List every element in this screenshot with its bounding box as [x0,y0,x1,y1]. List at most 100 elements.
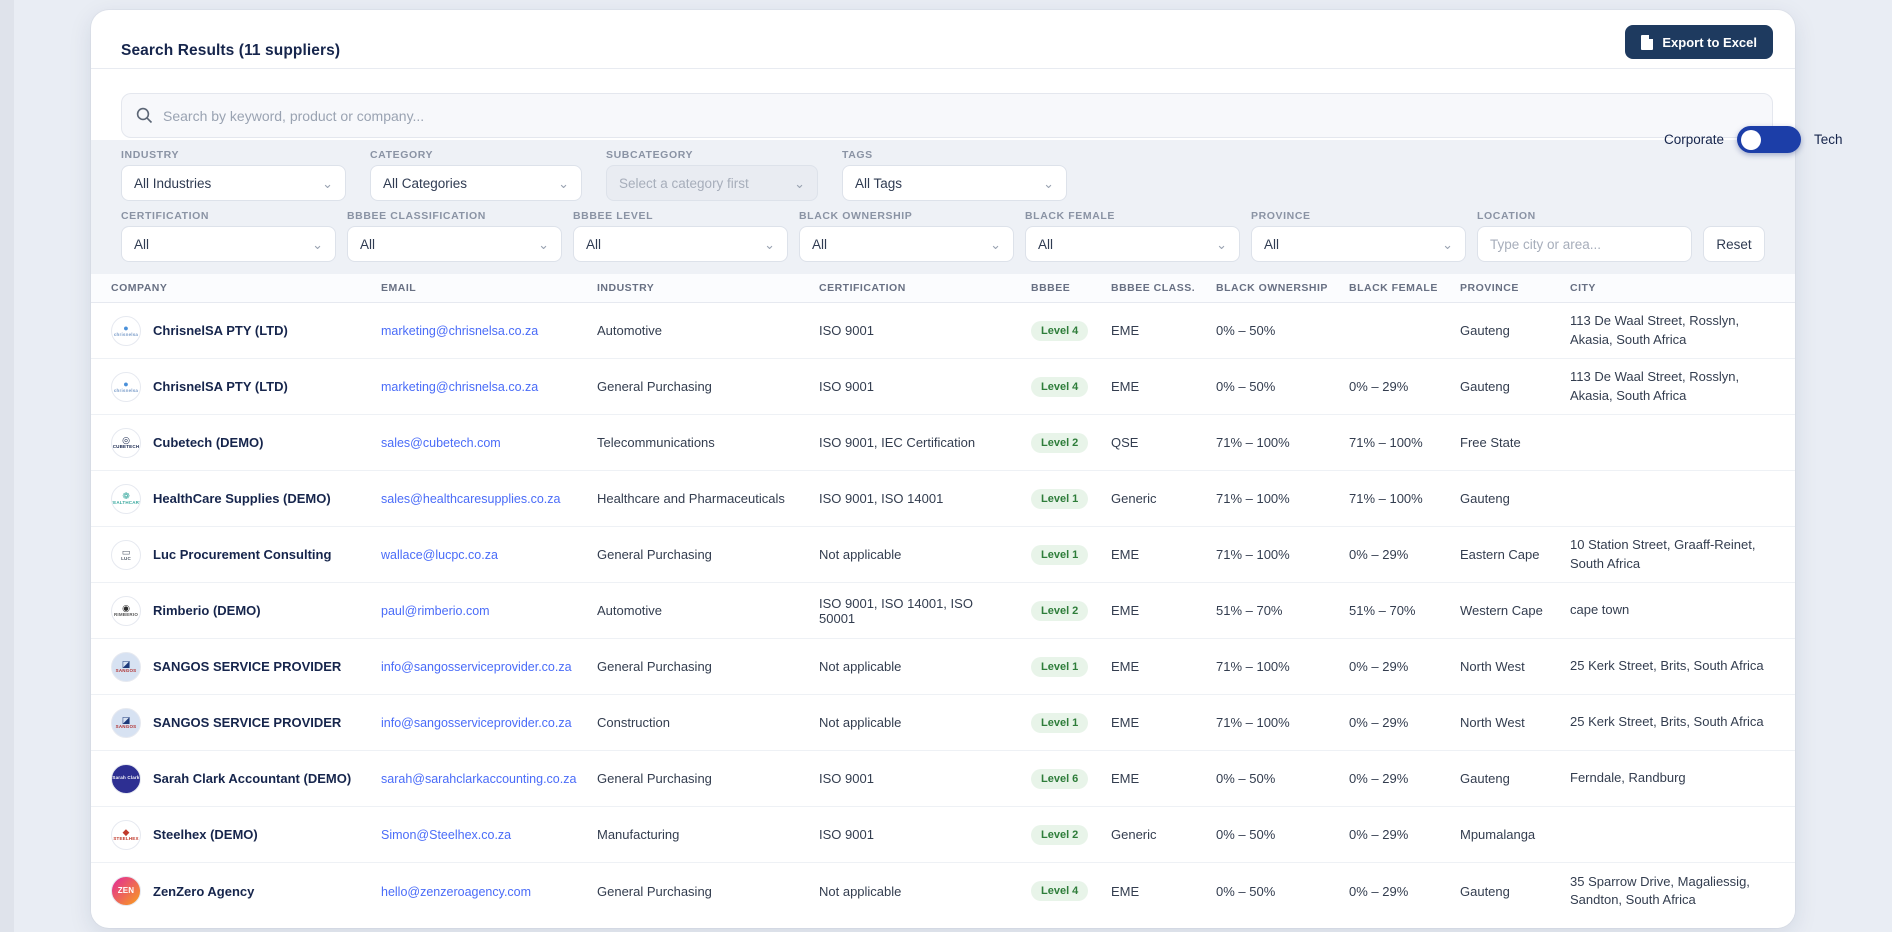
cell-company: ●chrisnelsaChrisnelSA PTY (LTD) [91,372,361,402]
cell-bbbee: Level 4 [1011,321,1091,341]
cell-certification: ISO 9001 [799,323,1011,338]
column-header: Black Female [1329,282,1440,294]
cell-industry: General Purchasing [577,884,799,899]
black-ownership-select[interactable]: All ⌄ [799,226,1014,262]
cell-certification: Not applicable [799,547,1011,562]
cell-company: ●chrisnelsaChrisnelSA PTY (LTD) [91,316,361,346]
email-link[interactable]: Simon@Steelhex.co.za [381,828,511,842]
company-name: ChrisnelSA PTY (LTD) [153,379,288,394]
table-row[interactable]: ●chrisnelsaChrisnelSA PTY (LTD) marketing… [91,359,1795,415]
email-link[interactable]: wallace@lucpc.co.za [381,548,498,562]
industry-select[interactable]: All Industries ⌄ [121,165,346,201]
cell-black-female: 71% – 100% [1329,491,1440,506]
cell-black-female: 71% – 100% [1329,435,1440,450]
category-select[interactable]: All Categories ⌄ [370,165,582,201]
logo-caption: HEALTHCARE [111,501,141,506]
table-row[interactable]: ◉RIMBERIORimberio (DEMO)paul@rimberio.co… [91,583,1795,639]
bbbee-level-badge: Level 6 [1031,769,1088,789]
cell-bbbee-class: EME [1091,603,1196,618]
industry-select-value: All Industries [134,176,211,191]
email-link[interactable]: sales@healthcaresupplies.co.za [381,492,560,506]
company-name: SANGOS SERVICE PROVIDER [153,659,341,674]
cell-province: Gauteng [1440,323,1550,338]
logo-caption: CUBETECH [113,445,140,450]
table-row[interactable]: ◪SANGOS SANGOS SERVICE PROVIDER info@sango… [91,695,1795,751]
cell-bbbee-class: QSE [1091,435,1196,450]
mode-toggle-right-label: Tech [1814,132,1843,147]
cell-email: hello@zenzeroagency.com [361,884,577,899]
cell-company: ❁HEALTHCAREHealthCare Supplies (DEMO) [91,484,361,514]
cell-certification: ISO 9001, ISO 14001, ISO 50001 [799,596,1011,626]
mode-toggle-switch[interactable] [1737,126,1801,153]
bbbee-classification-select[interactable]: All ⌄ [347,226,562,262]
column-header: Province [1440,282,1550,294]
chevron-down-icon: ⌄ [1043,177,1054,190]
table-row[interactable]: ◪SANGOSSANGOS SERVICE PROVIDERinfo@sango… [91,639,1795,695]
table-row[interactable]: ◎CUBETECHCubetech (DEMO)sales@cubetech.c… [91,415,1795,471]
province-select-value: All [1264,237,1279,252]
reset-filters-button[interactable]: Reset [1703,226,1765,262]
table-row[interactable]: ◆STEELHEXSteelhex (DEMO) Simon@Steelhex.c… [91,807,1795,863]
tags-select[interactable]: All Tags ⌄ [842,165,1067,201]
cell-black-ownership: 51% – 70% [1196,603,1329,618]
table-row[interactable]: ▭LUCLuc Procurement Consultingwallace@lu… [91,527,1795,583]
filter-panel: Industry All Industries ⌄ Category All C… [91,140,1795,274]
company-name: SANGOS SERVICE PROVIDER [153,715,341,730]
cell-email: marketing@chrisnelsa.co.za [361,323,577,338]
company-logo-avatar: Sarah Clark [111,764,141,794]
black-female-select[interactable]: All ⌄ [1025,226,1240,262]
company-name: Rimberio (DEMO) [153,603,261,618]
table-row[interactable]: ●chrisnelsaChrisnelSA PTY (LTD) marketing… [91,303,1795,359]
column-header: Industry [577,282,799,294]
email-link[interactable]: sales@cubetech.com [381,436,501,450]
page-left-strip [0,0,14,932]
cell-black-female: 51% – 70% [1329,603,1440,618]
search-input[interactable] [163,108,1758,124]
cell-bbbee: Level 1 [1011,545,1091,565]
column-header: BBBEE [1011,282,1091,294]
email-link[interactable]: marketing@chrisnelsa.co.za [381,380,538,394]
email-link[interactable]: paul@rimberio.com [381,604,490,618]
tags-filter-label: Tags [842,149,1067,161]
cell-black-female: 0% – 29% [1329,715,1440,730]
column-header: Black Ownership [1196,282,1329,294]
bbbee-level-badge: Level 2 [1031,601,1088,621]
location-input[interactable] [1477,226,1692,262]
bbbee-level-badge: Level 4 [1031,321,1088,341]
province-select[interactable]: All ⌄ [1251,226,1466,262]
cell-company: ◪SANGOS SANGOS SERVICE PROVIDER [91,708,361,738]
chevron-down-icon: ⌄ [538,238,549,251]
company-logo-avatar: ◪SANGOS [111,708,141,738]
cell-bbbee: Level 4 [1011,881,1091,901]
email-link[interactable]: info@sangosserviceprovider.co.za [381,716,572,730]
table-row[interactable]: ZENZenZero Agency hello@zenzeroagency.com… [91,863,1795,919]
cell-company: ZENZenZero Agency [91,876,361,906]
email-link[interactable]: info@sangosserviceprovider.co.za [381,660,572,674]
certification-select-value: All [134,237,149,252]
column-header: Email [361,282,577,294]
certification-select[interactable]: All ⌄ [121,226,336,262]
cell-industry: General Purchasing [577,771,799,786]
cell-black-ownership: 0% – 50% [1196,379,1329,394]
cell-province: Gauteng [1440,771,1550,786]
cell-black-ownership: 0% – 50% [1196,771,1329,786]
cell-industry: Automotive [577,323,799,338]
cell-industry: General Purchasing [577,547,799,562]
cell-industry: General Purchasing [577,379,799,394]
email-link[interactable]: hello@zenzeroagency.com [381,885,531,899]
table-row[interactable]: Sarah ClarkSarah Clark Accountant (DEMO)… [91,751,1795,807]
email-link[interactable]: sarah@sarahclarkaccounting.co.za [381,772,576,786]
industry-filter-label: Industry [121,149,346,161]
cell-bbbee: Level 2 [1011,601,1091,621]
export-to-excel-button[interactable]: Export to Excel [1625,25,1773,59]
bbbee-level-select[interactable]: All ⌄ [573,226,788,262]
cell-province: Free State [1440,435,1550,450]
bbbee-level-filter-label: BBBEE Level [573,210,788,222]
cell-industry: Construction [577,715,799,730]
chevron-down-icon: ⌄ [558,177,569,190]
cell-city: 10 Station Street, Graaff-Reinet, South … [1550,536,1795,572]
cell-bbbee-class: EME [1091,884,1196,899]
cell-company: ◆STEELHEXSteelhex (DEMO) [91,820,361,850]
table-row[interactable]: ❁HEALTHCAREHealthCare Supplies (DEMO) sal… [91,471,1795,527]
email-link[interactable]: marketing@chrisnelsa.co.za [381,324,538,338]
